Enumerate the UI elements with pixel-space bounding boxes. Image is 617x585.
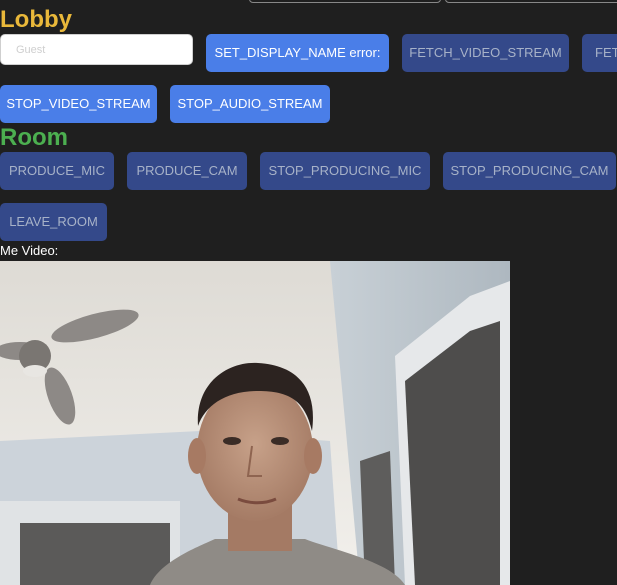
top-field-2[interactable]: [445, 0, 617, 3]
fetch-audio-stream-button[interactable]: FET: [582, 34, 617, 72]
me-video-feed: [0, 261, 510, 585]
stop-producing-mic-button[interactable]: STOP_PRODUCING_MIC: [260, 152, 430, 190]
stop-producing-cam-button[interactable]: STOP_PRODUCING_CAM: [443, 152, 616, 190]
webcam-image: [0, 261, 510, 585]
lobby-heading: Lobby: [0, 6, 72, 33]
display-name-input[interactable]: [0, 34, 193, 65]
leave-room-button[interactable]: LEAVE_ROOM: [0, 203, 107, 241]
produce-mic-button[interactable]: PRODUCE_MIC: [0, 152, 114, 190]
stop-audio-stream-button[interactable]: STOP_AUDIO_STREAM: [170, 85, 330, 123]
me-video-label: Me Video:: [0, 243, 59, 258]
produce-cam-button[interactable]: PRODUCE_CAM: [127, 152, 247, 190]
set-display-name-button[interactable]: SET_DISPLAY_NAME error:: [206, 34, 389, 72]
top-field-1[interactable]: [249, 0, 441, 3]
fetch-video-stream-button[interactable]: FETCH_VIDEO_STREAM: [402, 34, 569, 72]
room-heading: Room: [0, 124, 68, 151]
stop-video-stream-button[interactable]: STOP_VIDEO_STREAM: [0, 85, 157, 123]
